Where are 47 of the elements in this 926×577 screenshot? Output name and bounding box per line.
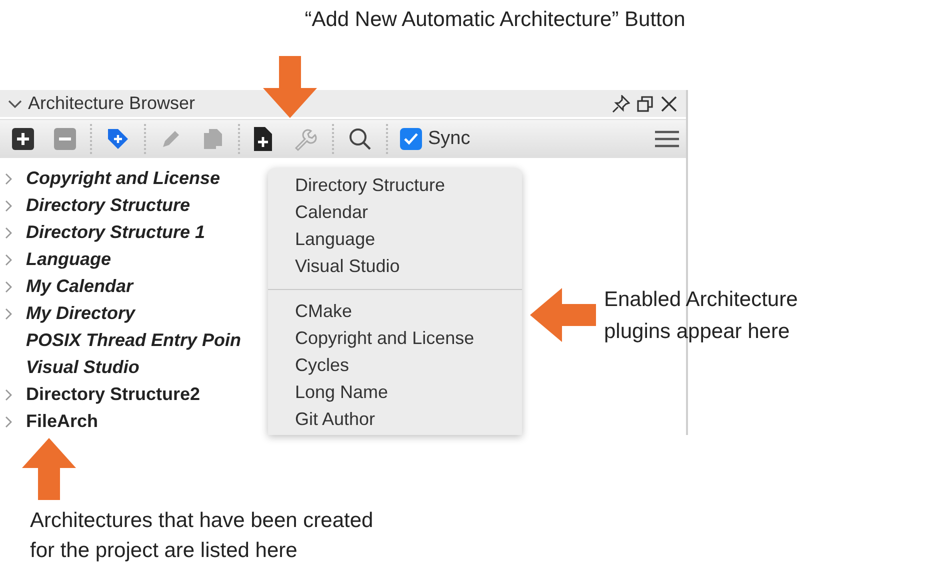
tag-plus-icon — [106, 127, 130, 152]
expand-chevron-icon[interactable] — [4, 254, 14, 266]
architecture-item[interactable]: My Directory — [26, 303, 136, 324]
architecture-item[interactable]: Directory Structure 1 — [26, 222, 206, 243]
copy-icon — [202, 127, 224, 152]
menu-item[interactable]: Copyright and License — [268, 325, 522, 352]
architecture-item[interactable]: Directory Structure2 — [26, 384, 200, 405]
menu-item[interactable]: Git Author — [268, 406, 522, 433]
remove-icon — [54, 128, 76, 150]
panel-title: Architecture Browser — [28, 93, 196, 114]
expand-chevron-icon[interactable] — [4, 416, 14, 428]
architecture-item[interactable]: Directory Structure — [26, 195, 190, 216]
expand-chevron-icon[interactable] — [4, 172, 14, 184]
pin-icon[interactable] — [612, 94, 630, 113]
architecture-item[interactable]: FileArch — [26, 411, 98, 432]
collapse-chevron-icon — [8, 98, 22, 109]
expand-chevron-icon[interactable] — [4, 280, 14, 292]
architecture-item[interactable]: Visual Studio — [26, 357, 140, 378]
expand-chevron-icon[interactable] — [4, 226, 14, 238]
menu-item[interactable]: Visual Studio — [268, 253, 522, 280]
architecture-item[interactable]: Copyright and License — [26, 168, 220, 189]
callout-text: Enabled Architecture plugins appear here — [604, 287, 799, 345]
add-icon — [12, 128, 34, 150]
close-icon[interactable] — [660, 94, 678, 113]
expand-chevron-icon[interactable] — [4, 200, 14, 212]
expand-chevron-icon[interactable] — [4, 388, 14, 400]
architecture-item[interactable]: Language — [26, 249, 112, 270]
menu-item[interactable]: Language — [268, 226, 522, 253]
search-icon — [348, 127, 372, 152]
up-arrow-icon — [22, 438, 76, 500]
menu-item[interactable]: Cycles — [268, 352, 522, 379]
menu-item[interactable]: CMake — [268, 298, 522, 325]
sync-checkbox[interactable]: Sync — [400, 128, 470, 150]
down-arrow-icon — [263, 56, 317, 118]
menu-item[interactable]: Directory Structure — [268, 172, 522, 199]
menu-item[interactable]: Long Name — [268, 379, 522, 406]
callout-text: Architectures that have been created for the project are listed here — [30, 508, 374, 564]
callout-text: “Add New Automatic Architecture” Button — [304, 8, 686, 32]
restore-icon[interactable] — [636, 94, 654, 113]
expand-chevron-icon[interactable] — [4, 308, 14, 320]
left-arrow-icon — [530, 288, 596, 342]
checkmark-icon — [404, 133, 418, 146]
menu-icon[interactable] — [654, 129, 680, 150]
architecture-item[interactable]: POSIX Thread Entry Poin — [26, 330, 242, 351]
new-file-icon — [254, 127, 272, 152]
architecture-item[interactable]: My Calendar — [26, 276, 134, 297]
menu-item[interactable]: Calendar — [268, 199, 522, 226]
